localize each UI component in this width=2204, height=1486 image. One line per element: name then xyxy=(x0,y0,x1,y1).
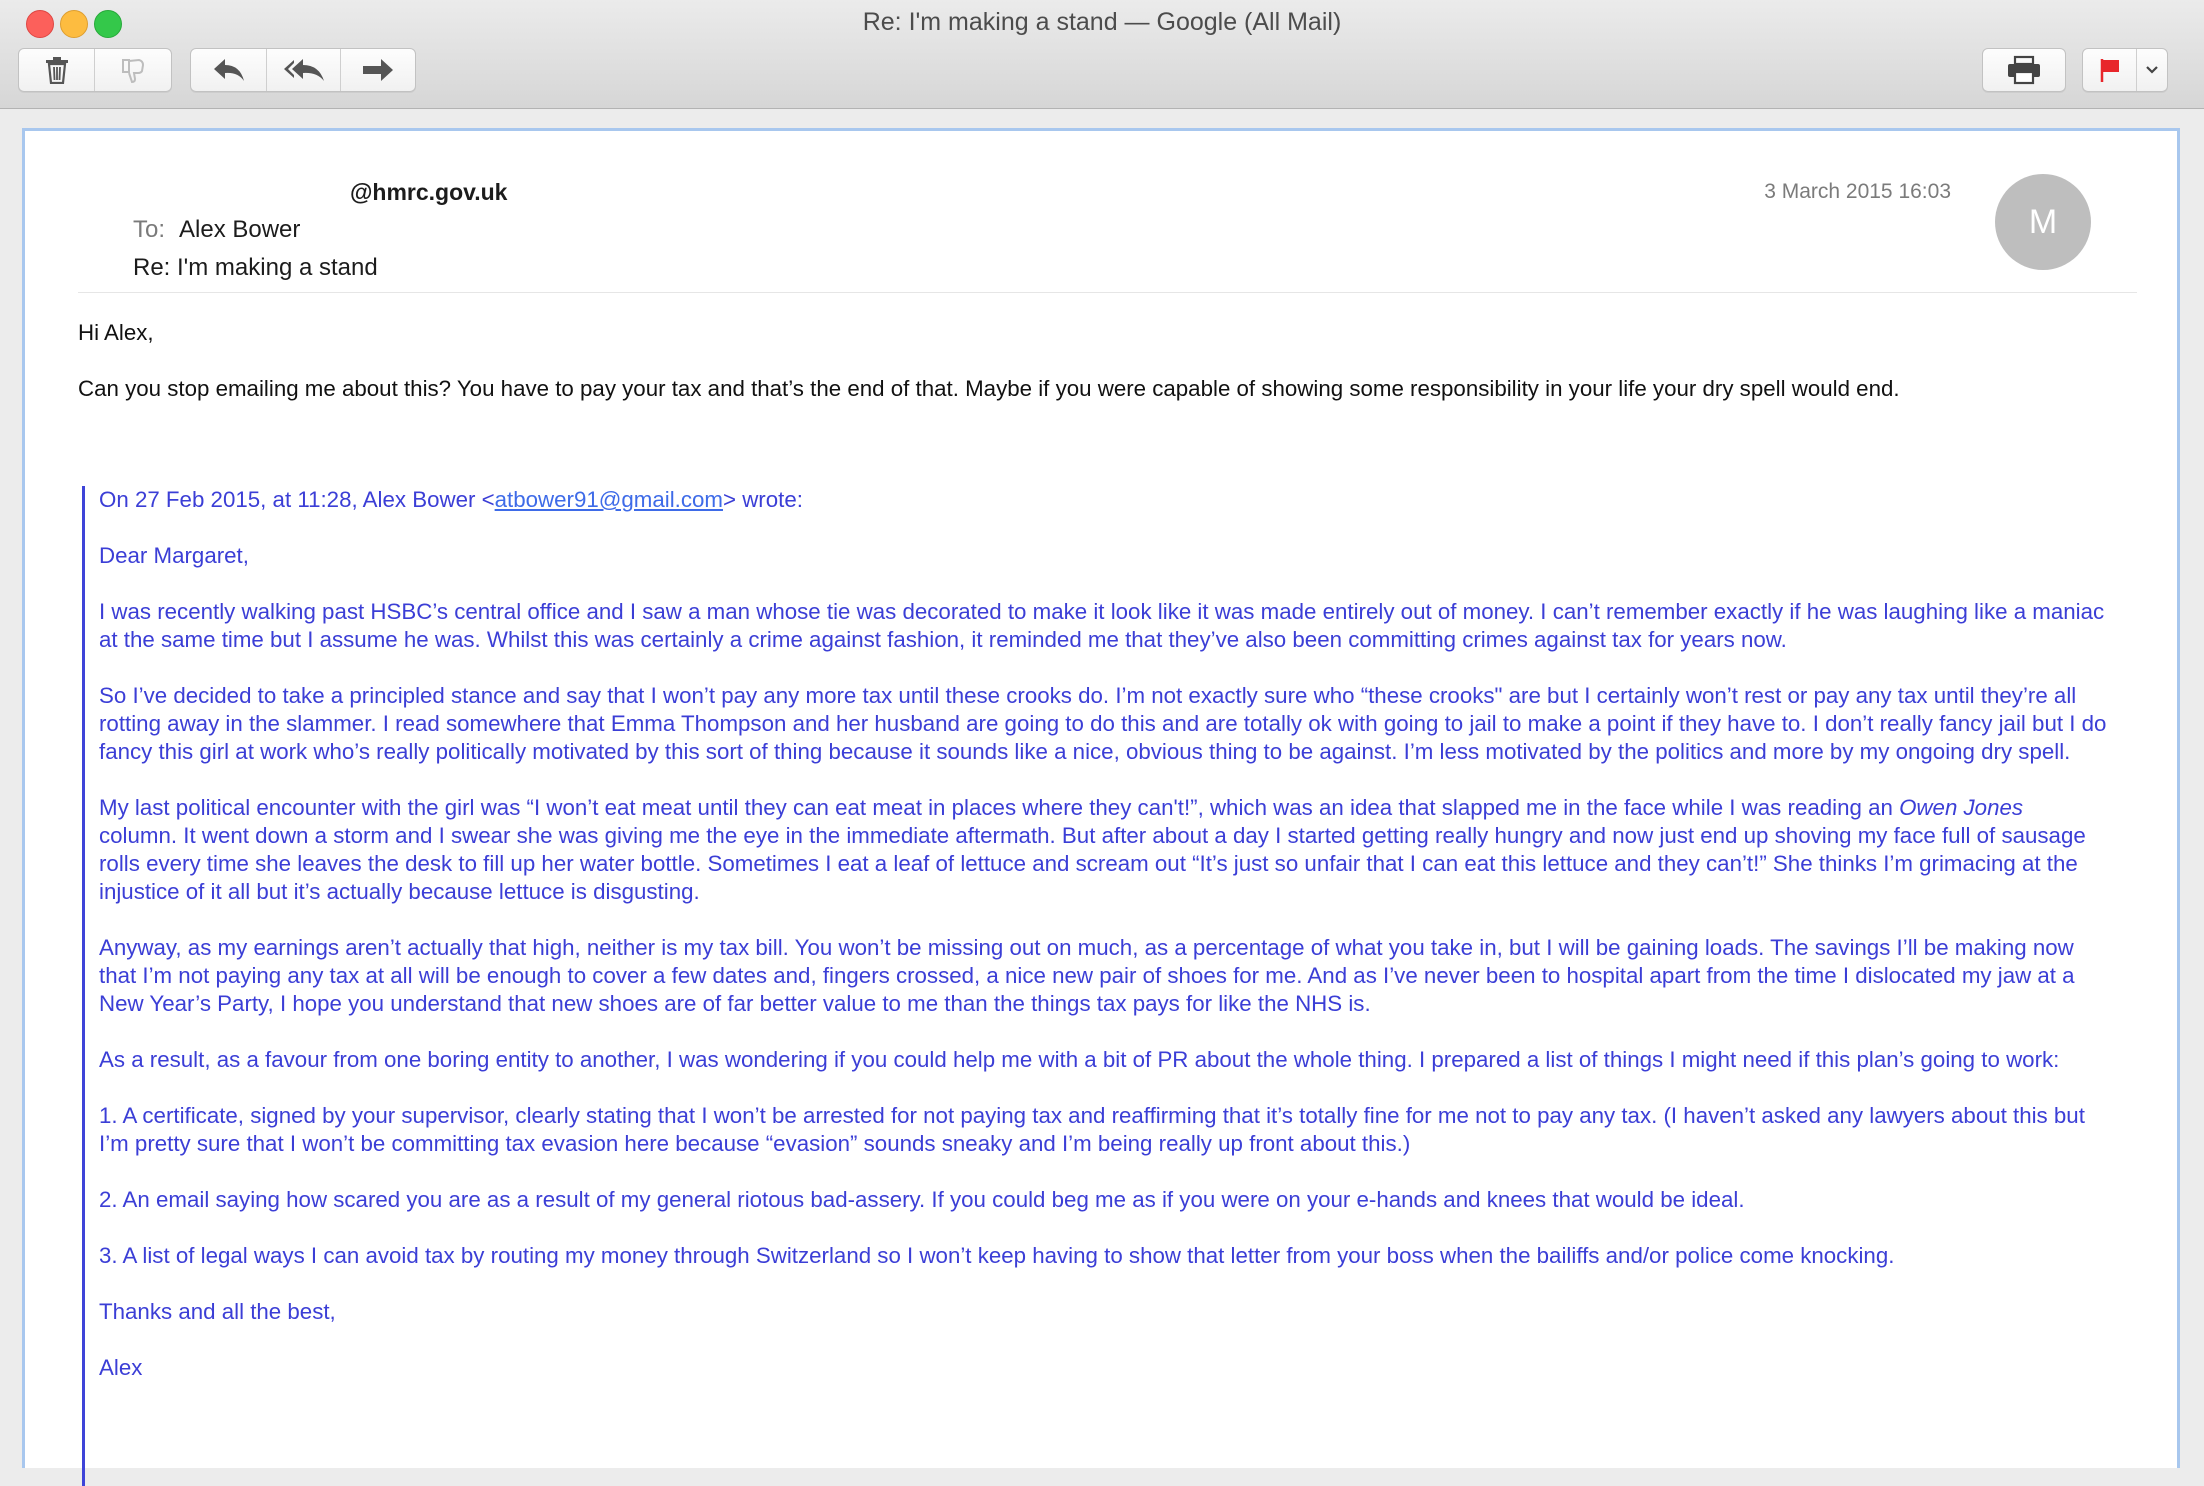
quoted-message: On 27 Feb 2015, at 11:28, Alex Bower <at… xyxy=(82,486,2107,1486)
attribution-prefix: On 27 Feb 2015, at 11:28, Alex Bower < xyxy=(99,487,495,512)
list-item-3: 3. A list of legal ways I can avoid tax … xyxy=(99,1243,1895,1268)
mail-window: Re: I'm making a stand — Google (All Mai… xyxy=(0,0,2204,1486)
quote-paragraph-4: Anyway, as my earnings aren’t actually t… xyxy=(99,935,2075,1016)
title-bar: Re: I'm making a stand — Google (All Mai… xyxy=(0,0,2204,109)
delete-button[interactable] xyxy=(19,49,95,91)
flag-menu-button[interactable] xyxy=(2137,49,2167,91)
forward-icon xyxy=(363,59,393,81)
quote-signoff: Thanks and all the best, xyxy=(99,1299,336,1324)
reply-button[interactable] xyxy=(191,49,267,91)
quote-paragraph-5: As a result, as a favour from one boring… xyxy=(99,1047,2060,1072)
reply-paragraph: Can you stop emailing me about this? You… xyxy=(78,376,1900,401)
thumbs-down-icon xyxy=(122,58,145,84)
quote-paragraph-2: So I’ve decided to take a principled sta… xyxy=(99,683,2107,764)
header-divider xyxy=(78,292,2137,293)
message-date: 3 March 2015 16:03 xyxy=(1764,180,1951,203)
message-body: Hi Alex, Can you stop emailing me about … xyxy=(78,319,2119,431)
sender-email-link[interactable]: atbower91@gmail.com xyxy=(495,487,723,512)
flag-icon xyxy=(2100,59,2119,82)
reply-group xyxy=(190,48,416,92)
sender-avatar: M xyxy=(1995,174,2091,270)
message-header: @hmrc.gov.uk To: Alex Bower Re: I'm makin… xyxy=(80,153,2137,313)
chevron-down-icon xyxy=(2146,66,2158,74)
delete-junk-group xyxy=(18,48,172,92)
flag-group xyxy=(2082,48,2168,92)
sender-address[interactable]: @hmrc.gov.uk xyxy=(350,179,507,206)
reply-icon xyxy=(213,59,244,81)
forward-button[interactable] xyxy=(341,49,415,91)
printer-icon xyxy=(2008,55,2040,85)
list-item-1: 1. A certificate, signed by your supervi… xyxy=(99,1103,2085,1156)
greeting: Hi Alex, xyxy=(78,320,154,345)
recipient-name[interactable]: Alex Bower xyxy=(179,216,300,243)
junk-button[interactable] xyxy=(95,49,171,91)
quote-signature: Alex xyxy=(99,1355,143,1380)
p3-emphasis: Owen Jones xyxy=(1899,795,2024,820)
quote-paragraph-1: I was recently walking past HSBC’s centr… xyxy=(99,599,2105,652)
message-viewer: @hmrc.gov.uk To: Alex Bower Re: I'm makin… xyxy=(22,128,2180,1486)
p3-part-a: My last political encounter with the gir… xyxy=(99,795,1900,820)
flag-button[interactable] xyxy=(2083,49,2137,91)
reply-all-button[interactable] xyxy=(267,49,341,91)
recipient-line: To: Alex Bower xyxy=(133,216,300,244)
quote-paragraph-3: My last political encounter with the gir… xyxy=(99,794,2107,906)
window-title: Re: I'm making a stand — Google (All Mai… xyxy=(862,8,1342,36)
reply-all-icon xyxy=(283,59,324,81)
p3-part-b: column. It went down a storm and I swear… xyxy=(99,823,2086,904)
message-subject: Re: I'm making a stand xyxy=(133,254,378,281)
trash-icon xyxy=(45,57,68,84)
print-button[interactable] xyxy=(1983,49,2065,91)
to-label: To: xyxy=(133,216,166,243)
attribution-suffix: > wrote: xyxy=(722,487,803,512)
list-item-2: 2. An email saying how scared you are as… xyxy=(99,1187,1745,1212)
print-group xyxy=(1982,48,2066,92)
quote-salutation: Dear Margaret, xyxy=(99,543,249,568)
quote-attribution: On 27 Feb 2015, at 11:28, Alex Bower <at… xyxy=(99,486,2107,514)
